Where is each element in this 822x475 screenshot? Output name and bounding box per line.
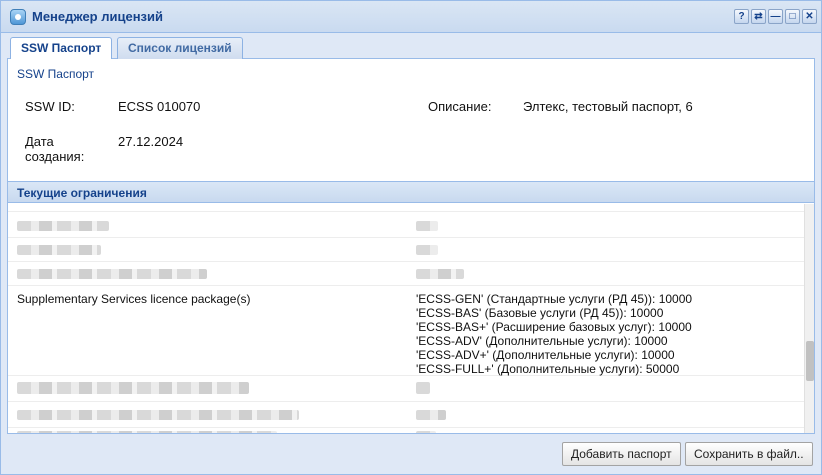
redacted-name [17, 410, 299, 420]
tab-license-list[interactable]: Список лицензий [117, 37, 243, 59]
table-row [8, 212, 804, 238]
restriction-value-line: 'ECSS-BAS' (Базовые услуги (РД 45)): 100… [416, 306, 664, 320]
restriction-value-line: 'ECSS-ADV' (Дополнительные услуги): 1000… [416, 334, 668, 348]
redacted-value [416, 245, 438, 255]
redacted-value [416, 410, 446, 420]
redacted-value [416, 382, 430, 394]
description-value: Элтекс, тестовый паспорт, 6 [523, 99, 693, 114]
redacted-value [416, 269, 464, 279]
save-to-file-button[interactable]: Сохранить в файл.. [685, 442, 813, 466]
window-title: Менеджер лицензий [32, 9, 163, 24]
redacted-value [416, 221, 438, 231]
restrictions-grid: Supplementary Services licence package(s… [8, 204, 814, 433]
tab-ssw-passport[interactable]: SSW Паспорт [10, 37, 113, 60]
window-titlebar[interactable]: Менеджер лицензий ? ⇄ — □ ✕ [1, 1, 821, 33]
restriction-value-line: 'ECSS-FULL+' (Дополнительные услуги): 50… [416, 362, 680, 376]
window-tools: ? ⇄ — □ ✕ [734, 9, 817, 24]
created-label-line1: Дата [25, 134, 54, 149]
app-icon [10, 9, 26, 25]
ssw-id-label: SSW ID: [25, 99, 75, 114]
restriction-value-line: 'ECSS-GEN' (Стандартные услуги (РД 45)):… [416, 292, 693, 306]
tab-strip: SSW Паспорт Список лицензий [7, 33, 815, 60]
add-passport-button[interactable]: Добавить паспорт [562, 442, 681, 466]
redacted-name [17, 269, 207, 279]
restriction-value-line: 'ECSS-BAS+' (Расширение базовых услуг): … [416, 320, 692, 334]
redacted-name [17, 221, 109, 231]
table-row [8, 376, 804, 402]
tab-content: SSW Паспорт SSW ID: ECSS 010070 Описание… [7, 59, 815, 434]
restrictions-header[interactable]: Текущие ограничения [8, 181, 814, 203]
restriction-name: Supplementary Services licence package(s… [17, 292, 251, 306]
close-icon[interactable]: ✕ [802, 9, 817, 24]
table-row [8, 402, 804, 428]
ssw-id-value: ECSS 010070 [118, 99, 201, 114]
vertical-scrollbar[interactable] [804, 204, 814, 433]
redacted-name [17, 245, 101, 255]
table-row: Supplementary Services licence package(s… [8, 286, 804, 376]
redacted-name [17, 382, 249, 394]
table-row [8, 238, 804, 262]
passport-heading: SSW Паспорт [17, 67, 95, 81]
created-value: 27.12.2024 [118, 134, 184, 149]
license-manager-window: Менеджер лицензий ? ⇄ — □ ✕ SSW Паспорт … [0, 0, 822, 475]
refresh-icon[interactable]: ⇄ [751, 9, 766, 24]
window-footer: Добавить паспорт Сохранить в файл.. [1, 434, 821, 474]
created-label-line2: создания: [25, 149, 85, 164]
restrictions-header-label: Текущие ограничения [17, 186, 147, 200]
restriction-values: 'ECSS-GEN' (Стандартные услуги (РД 45)):… [416, 292, 692, 376]
scrollbar-thumb[interactable] [806, 341, 814, 381]
description-label: Описание: [428, 99, 492, 114]
table-row [8, 262, 804, 286]
table-row [8, 204, 804, 212]
restriction-value-line: 'ECSS-ADV+' (Дополнительные услуги): 100… [416, 348, 675, 362]
help-icon[interactable]: ? [734, 9, 749, 24]
maximize-icon[interactable]: □ [785, 9, 800, 24]
minimize-icon[interactable]: — [768, 9, 783, 24]
